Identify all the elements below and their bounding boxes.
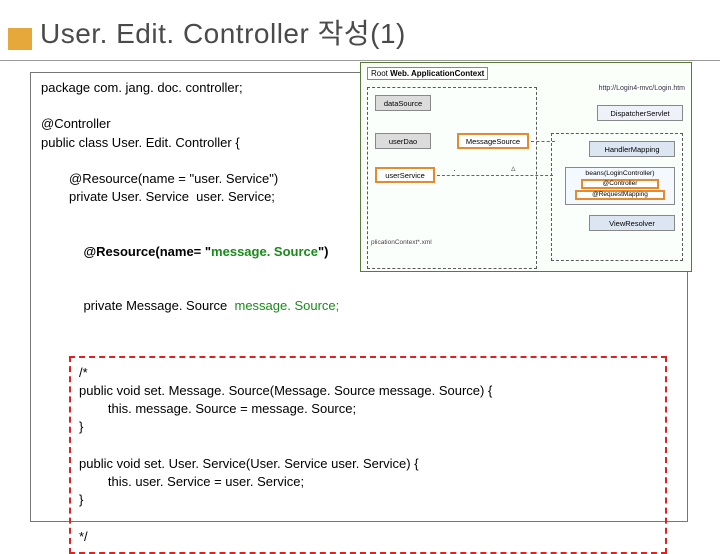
diagram-url: http://Login4-mvc/Login.htm bbox=[597, 85, 687, 92]
diagram-root-label: Root Web. ApplicationContext bbox=[367, 67, 488, 80]
comment-line: public void set. Message. Source(Message… bbox=[79, 382, 657, 400]
arrow-line bbox=[437, 175, 553, 176]
comment-line: /* bbox=[79, 364, 657, 382]
label-prefix: Root bbox=[371, 69, 390, 78]
comment-line: public void set. User. Service(User. Ser… bbox=[79, 455, 657, 473]
code-fragment: message. Source bbox=[211, 244, 318, 259]
comment-blank bbox=[79, 509, 657, 527]
code-fragment: @Resource(name= " bbox=[83, 244, 211, 259]
box-dispatcher: DispatcherServlet bbox=[597, 105, 683, 121]
box-handlermapping: HandlerMapping bbox=[589, 141, 675, 157]
box-viewresolver: ViewResolver bbox=[589, 215, 675, 231]
comment-line: this. message. Source = message. Source; bbox=[79, 400, 657, 418]
code-fragment: message. Source; bbox=[234, 298, 339, 313]
arrow-arrowhead: ▵ bbox=[511, 163, 516, 174]
box-userdao: userDao bbox=[375, 133, 431, 149]
box-controller-anno: @Controller bbox=[581, 179, 659, 189]
label-bold: Web. ApplicationContext bbox=[390, 69, 484, 78]
accent-bar bbox=[8, 28, 32, 50]
arrow-dot: · bbox=[453, 165, 456, 175]
title-underline bbox=[0, 60, 720, 61]
code-line: private Message. Source message. Source; bbox=[41, 279, 677, 334]
box-messagesource: MessageSource bbox=[457, 133, 529, 149]
slide-title: User. Edit. Controller 작성(1) bbox=[40, 12, 406, 52]
code-fragment: ") bbox=[318, 244, 329, 259]
beans-label: beans(LoginController) bbox=[568, 170, 672, 178]
comment-line: } bbox=[79, 418, 657, 436]
comment-line: this. user. Service = user. Service; bbox=[79, 473, 657, 491]
code-blank bbox=[41, 334, 677, 352]
box-userservice: userService bbox=[375, 167, 435, 183]
comment-line: } bbox=[79, 491, 657, 509]
ctx-xml-label: plicationContext*.xml bbox=[371, 239, 432, 246]
comment-line: */ bbox=[79, 528, 657, 546]
box-beans: beans(LoginController) @Controller @Requ… bbox=[565, 167, 675, 205]
box-reqmap-anno: @RequestMapping bbox=[575, 190, 665, 200]
code-fragment: private Message. Source bbox=[83, 298, 234, 313]
commented-code-box: /* public void set. Message. Source(Mess… bbox=[69, 356, 667, 554]
box-datasource: dataSource bbox=[375, 95, 431, 111]
comment-blank bbox=[79, 437, 657, 455]
arrow-line bbox=[531, 141, 555, 142]
architecture-diagram: Root Web. ApplicationContext http://Logi… bbox=[360, 62, 692, 272]
